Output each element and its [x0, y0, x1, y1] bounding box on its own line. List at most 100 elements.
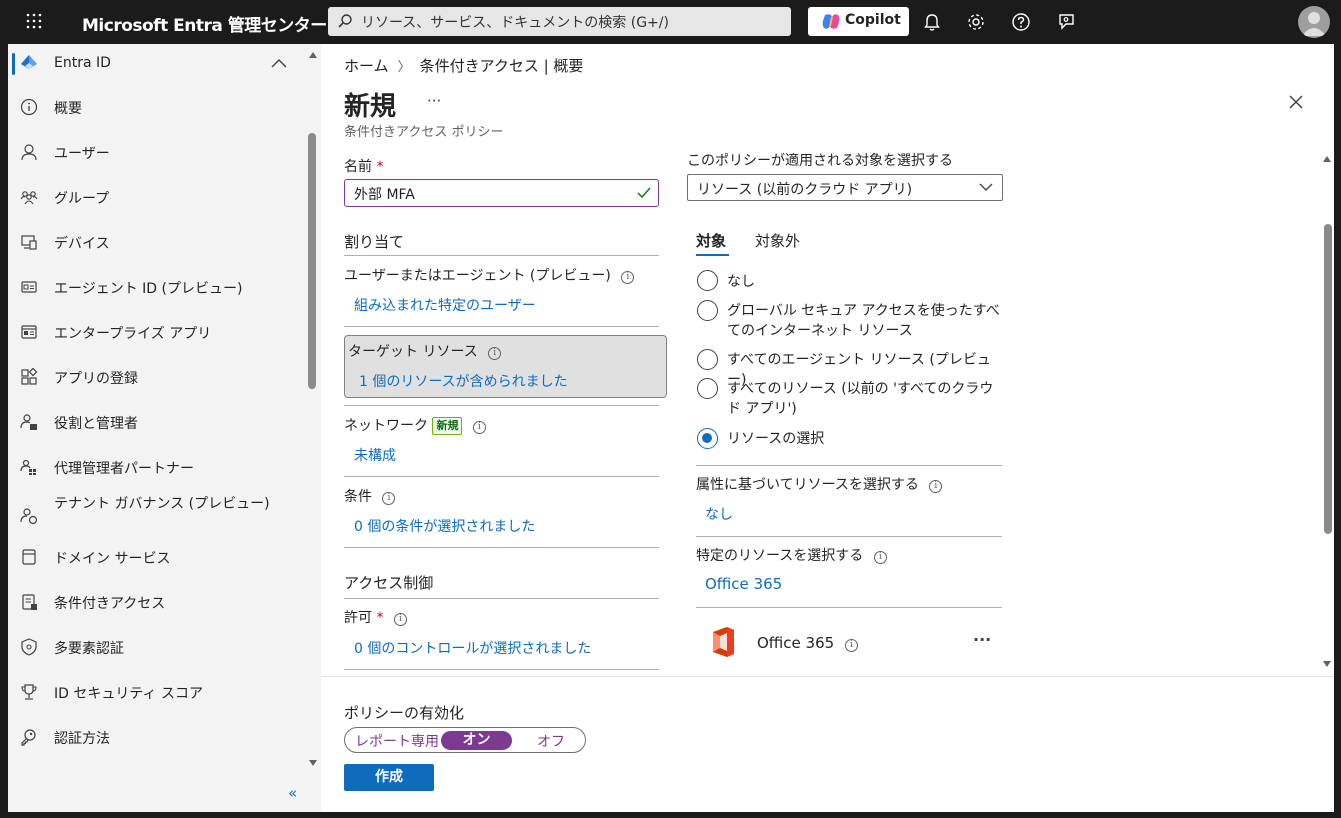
chevron-up-icon[interactable]	[270, 57, 288, 69]
sidebar-header-label: Entra ID	[54, 55, 111, 71]
more-options-icon[interactable]: ···	[427, 92, 441, 110]
info-icon[interactable]: i	[873, 551, 887, 564]
radio-global-secure-access[interactable]	[697, 300, 718, 321]
network-label: ネットワーク 新規 i	[344, 415, 486, 435]
sidebar-item-enterprise-apps[interactable]: エンタープライズ アプリ	[8, 315, 304, 351]
sidebar-item-overview[interactable]: 概要	[8, 90, 304, 126]
radio-all-resources[interactable]	[697, 378, 718, 399]
sidebar-item-roles-admins[interactable]: 役割と管理者	[8, 405, 304, 441]
search-placeholder: リソース、サービス、ドキュメントの検索 (G+/)	[361, 15, 669, 31]
search-icon	[338, 14, 352, 28]
global-search-input[interactable]: リソース、サービス、ドキュメントの検索 (G+/)	[328, 7, 791, 36]
toggle-on[interactable]: オン	[441, 731, 512, 750]
user-avatar[interactable]	[1298, 6, 1330, 38]
domain-services-icon	[22, 549, 36, 565]
main-scroll-thumb[interactable]	[1324, 224, 1332, 534]
copilot-button[interactable]: Copilot	[808, 7, 909, 36]
page-subtitle: 条件付きアクセス ポリシー	[344, 125, 504, 140]
breadcrumb-ca-overview[interactable]: 条件付きアクセス | 概要	[420, 57, 584, 75]
divider	[344, 547, 659, 548]
sidebar-item-label: 代理管理者パートナー	[54, 461, 194, 477]
resource-item-office365: Office 365 i	[757, 634, 858, 652]
sidebar-item-delegated-partners[interactable]: 代理管理者パートナー	[8, 450, 304, 486]
toggle-report-only[interactable]: レポート専用	[355, 731, 439, 751]
sidebar-item-identity-secure-score[interactable]: ID セキュリティ スコア	[8, 675, 304, 711]
grant-link[interactable]: 0 個のコントロールが選択されました	[354, 638, 591, 658]
radio-label-none: なし	[727, 274, 755, 290]
collapse-sidebar-icon[interactable]: «	[288, 784, 297, 802]
required-asterisk: *	[376, 159, 384, 175]
info-icon[interactable]: i	[382, 492, 396, 505]
sidebar-item-auth-methods[interactable]: 認証方法	[8, 720, 304, 756]
sidebar-item-devices[interactable]: デバイス	[8, 225, 304, 261]
info-icon[interactable]: i	[472, 421, 486, 434]
sidebar-item-groups[interactable]: グループ	[8, 180, 304, 216]
breadcrumb-separator-icon: 〉	[397, 60, 411, 75]
policy-name-value: 外部 MFA	[354, 187, 415, 203]
sidebar-item-mfa[interactable]: 多要素認証	[8, 630, 304, 666]
policy-name-input[interactable]: 外部 MFA	[344, 179, 659, 207]
apply-to-label: このポリシーが適用される対象を選択する	[687, 153, 953, 169]
sidebar-item-app-registrations[interactable]: アプリの登録	[8, 360, 304, 396]
apply-to-value: リソース (以前のクラウド アプリ)	[697, 182, 913, 198]
sidebar-item-tenant-governance[interactable]: テナント ガバナンス (プレビュー)	[8, 494, 304, 538]
attribute-select-label: 属性に基づいてリソースを選択する i	[696, 474, 943, 494]
radio-all-agent-resources[interactable]	[697, 349, 718, 370]
attribute-select-link[interactable]: なし	[705, 504, 733, 524]
radio-none[interactable]	[697, 270, 718, 291]
scroll-down-arrow-icon[interactable]	[1322, 660, 1332, 668]
radio-label-all-resources: すべてのリソース (以前の 'すべてのクラウド アプリ')	[727, 381, 994, 417]
sidebar-item-users[interactable]: ユーザー	[8, 135, 304, 171]
target-resources-link[interactable]: 1 個のリソースが含められました	[359, 371, 568, 391]
users-label: ユーザーまたはエージェント (プレビュー) i	[344, 265, 635, 285]
sidebar-item-label: 概要	[54, 101, 82, 117]
info-icon[interactable]: i	[621, 271, 635, 284]
resource-more-options-icon[interactable]: ···	[973, 630, 991, 649]
target-resources-section[interactable]: ターゲット リソース i 1 個のリソースが含められました	[344, 335, 667, 398]
enterprise-app-icon	[21, 325, 37, 339]
close-icon[interactable]	[1287, 93, 1305, 111]
scroll-up-arrow-icon[interactable]	[308, 51, 318, 59]
sidebar-scroll-thumb[interactable]	[308, 133, 316, 389]
specific-resources-link[interactable]: Office 365	[705, 575, 782, 593]
info-icon[interactable]: i	[393, 613, 407, 626]
scroll-down-arrow-icon[interactable]	[308, 759, 318, 767]
feedback-icon[interactable]	[1056, 12, 1076, 32]
users-link[interactable]: 組み込まれた特定のユーザー	[354, 295, 536, 315]
copilot-label: Copilot	[845, 12, 901, 28]
divider	[344, 598, 659, 599]
help-icon[interactable]	[1011, 12, 1031, 32]
network-link[interactable]: 未構成	[354, 445, 396, 465]
conditions-link[interactable]: 0 個の条件が選択されました	[354, 516, 535, 536]
brand-title[interactable]: Microsoft Entra 管理センター	[82, 11, 327, 36]
divider	[344, 405, 659, 406]
create-button[interactable]: 作成	[344, 764, 434, 791]
user-icon	[21, 144, 37, 161]
enable-policy-toggle: レポート専用 オン オフ	[344, 727, 586, 753]
sidebar-item-domain-services[interactable]: ドメイン サービス	[8, 540, 304, 576]
info-icon[interactable]: i	[844, 639, 858, 652]
sidebar-item-agent-id[interactable]: エージェント ID (プレビュー)	[8, 270, 304, 306]
settings-gear-icon[interactable]	[966, 12, 986, 32]
divider	[344, 669, 659, 670]
sidebar-item-label: 多要素認証	[54, 641, 124, 657]
breadcrumb-home[interactable]: ホーム	[344, 57, 389, 75]
sidebar-header-entra-id[interactable]: Entra ID	[8, 45, 304, 81]
sidebar-item-label: ユーザー	[54, 146, 110, 162]
sidebar-item-conditional-access[interactable]: 条件付きアクセス	[8, 585, 304, 621]
portal-window: Microsoft Entra 管理センター リソース、サービス、ドキュメントの…	[8, 0, 1334, 812]
info-icon[interactable]: i	[488, 347, 502, 360]
toggle-off[interactable]: オフ	[537, 731, 565, 751]
tab-exclude[interactable]: 対象外	[755, 230, 800, 251]
apply-to-dropdown[interactable]: リソース (以前のクラウド アプリ)	[687, 174, 1003, 201]
tab-include[interactable]: 対象	[696, 230, 726, 251]
notifications-bell-icon[interactable]	[922, 12, 942, 32]
tenant-governance-icon	[20, 508, 38, 525]
radio-select-resources[interactable]	[697, 428, 718, 449]
roles-icon	[20, 414, 37, 430]
scroll-up-arrow-icon[interactable]	[1322, 155, 1332, 163]
mfa-shield-icon	[21, 638, 37, 656]
app-launcher-icon[interactable]	[25, 12, 43, 30]
info-icon[interactable]: i	[929, 480, 943, 493]
sidebar-item-label: デバイス	[54, 236, 110, 252]
